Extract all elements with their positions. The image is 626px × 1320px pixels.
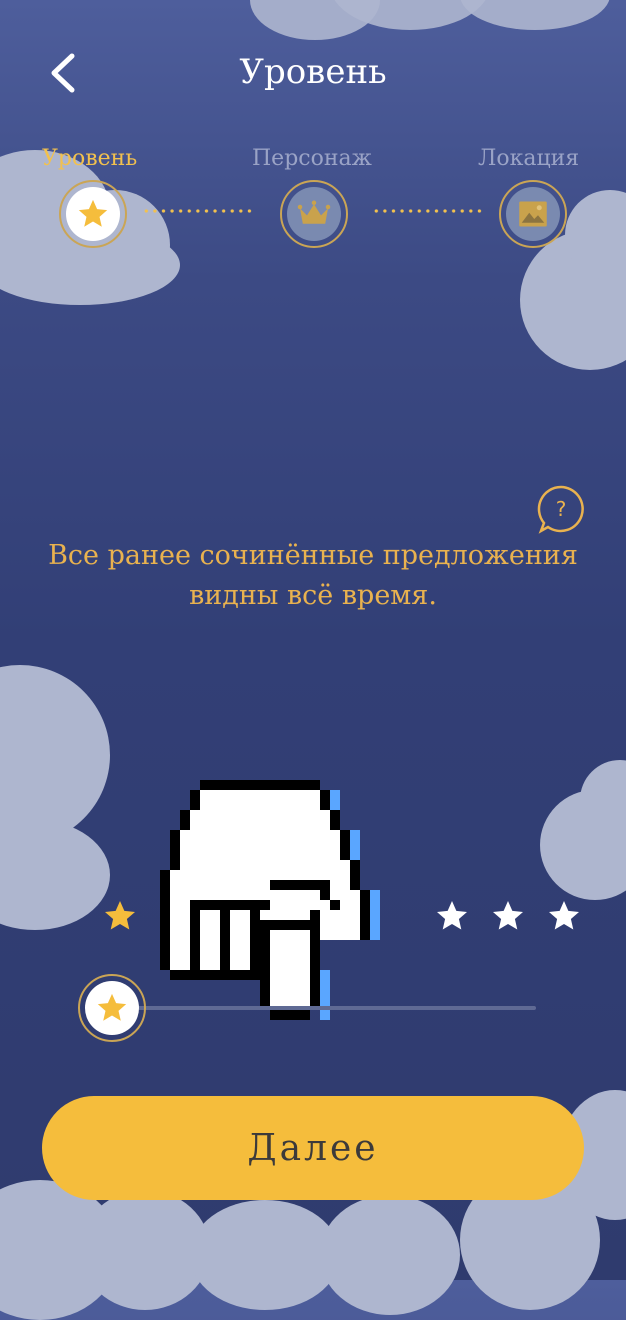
star-icon xyxy=(78,199,108,227)
header: Уровень xyxy=(0,0,626,150)
svg-text:?: ? xyxy=(556,497,567,521)
star-icon xyxy=(493,901,523,930)
difficulty-slider-track[interactable] xyxy=(112,1006,536,1010)
min-star-icon xyxy=(105,901,135,930)
image-icon xyxy=(519,201,547,227)
next-button[interactable]: Далее xyxy=(42,1096,584,1200)
crown-icon xyxy=(297,200,331,224)
difficulty-slider-thumb[interactable] xyxy=(78,974,146,1042)
step-label-location: Локация xyxy=(478,146,580,171)
page-title: Уровень xyxy=(239,52,387,92)
star-icon xyxy=(97,993,127,1021)
pointer-hand-icon xyxy=(160,780,380,1020)
star-icon xyxy=(549,901,579,930)
step-character[interactable] xyxy=(280,180,348,248)
help-question-icon[interactable]: ? xyxy=(536,484,586,534)
step-label-character: Персонаж xyxy=(252,146,372,171)
step-level[interactable] xyxy=(59,180,127,248)
step-location[interactable] xyxy=(499,180,567,248)
step-connector xyxy=(372,209,482,213)
level-description: Все ранее сочинённые предложения видны в… xyxy=(48,540,578,611)
step-connector xyxy=(142,209,254,213)
step-label-level: Уровень xyxy=(42,146,138,171)
star-icon xyxy=(437,901,467,930)
